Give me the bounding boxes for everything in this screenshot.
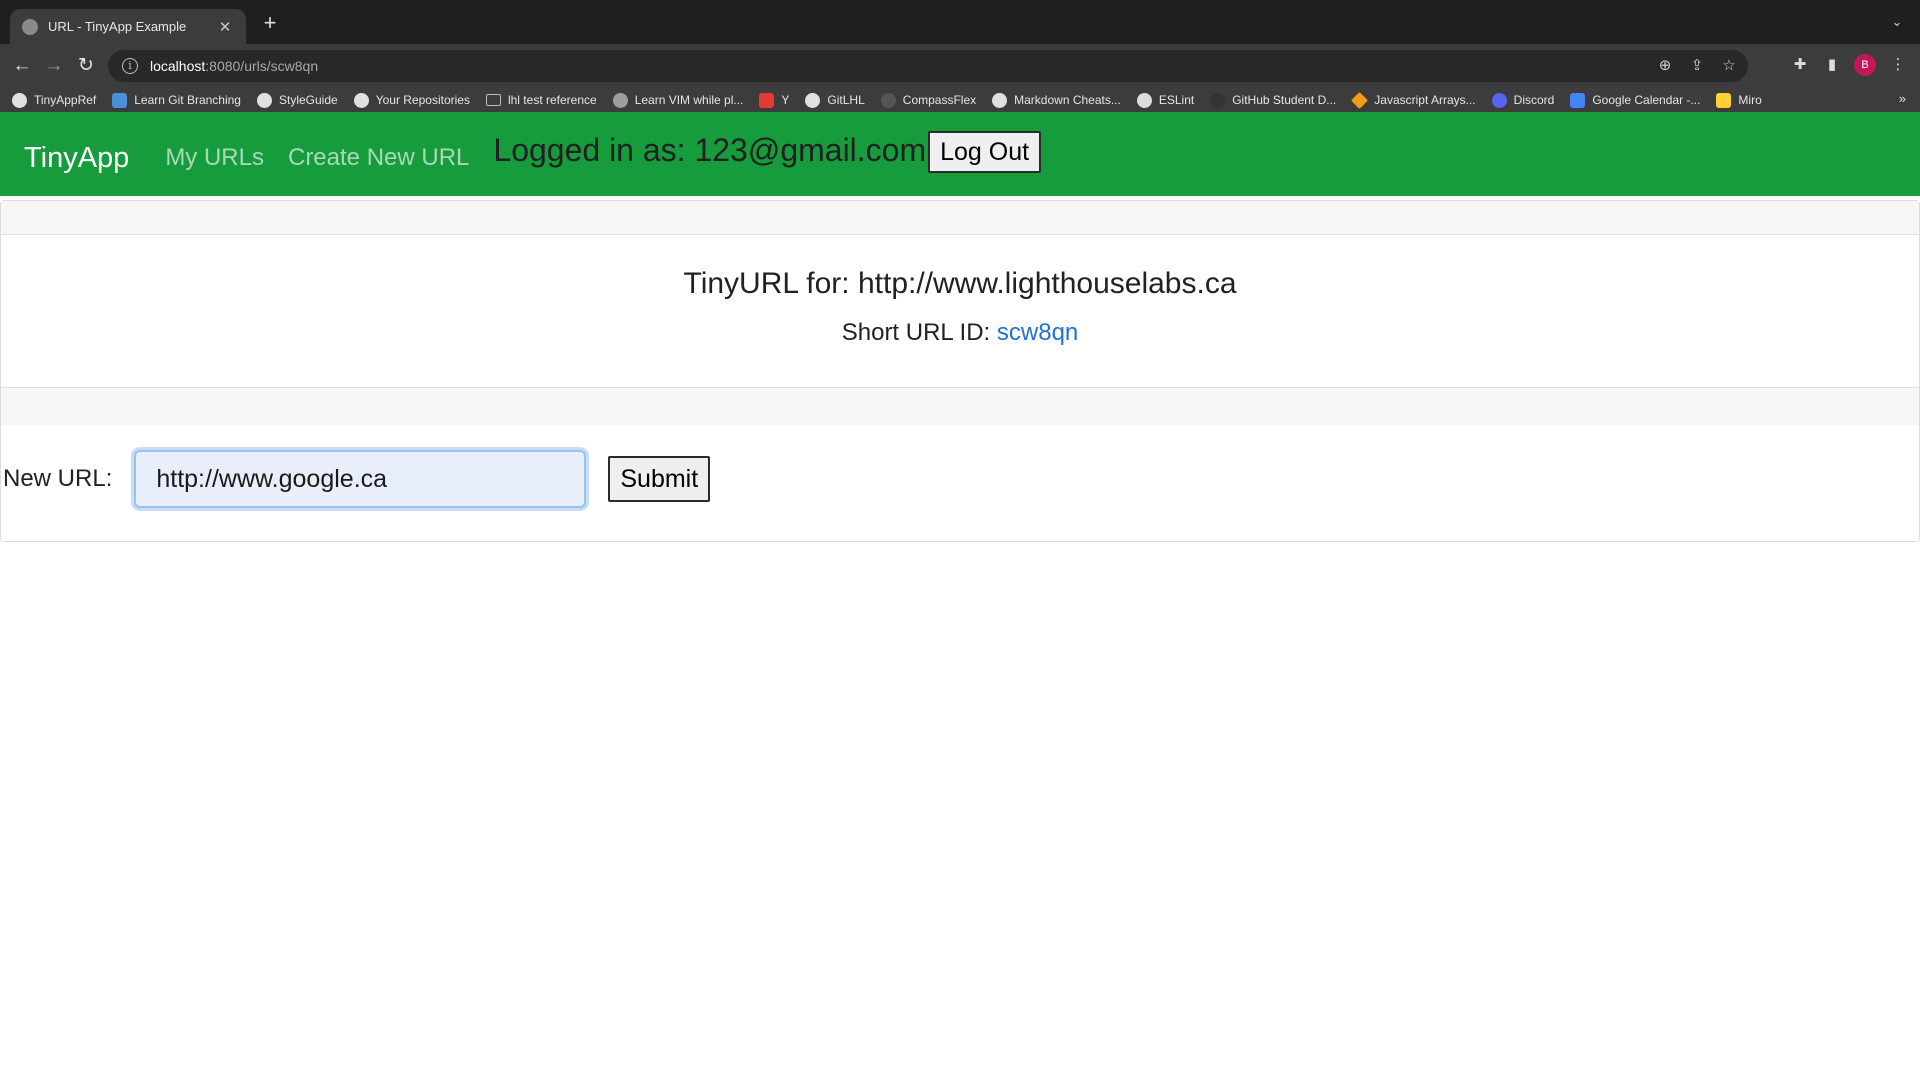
- menu-icon[interactable]: ⋮: [1888, 55, 1908, 75]
- folder-icon: [485, 94, 501, 106]
- bookmark-item[interactable]: Y: [759, 92, 790, 108]
- bookmark-label: CompassFlex: [902, 93, 977, 107]
- url-host: localhost: [150, 58, 206, 74]
- bookmark-item[interactable]: CompassFlex: [880, 92, 977, 108]
- nav-link-my-urls[interactable]: My URLs: [165, 144, 264, 172]
- omnibox-actions: ⊕ ⇪ ☆: [1656, 57, 1738, 75]
- bookmark-item[interactable]: GitHub Student D...: [1210, 92, 1337, 108]
- new-url-input[interactable]: [134, 450, 587, 508]
- bookmark-item[interactable]: lhl test reference: [485, 93, 597, 107]
- bookmark-label: Google Calendar -...: [1592, 93, 1701, 107]
- miro-icon: [1716, 92, 1732, 108]
- bookmark-item[interactable]: GitLHL: [805, 92, 865, 108]
- side-panel-icon[interactable]: ▮: [1822, 55, 1842, 75]
- bookmark-label: GitHub Student D...: [1232, 93, 1337, 107]
- bookmark-item[interactable]: Discord: [1491, 92, 1555, 108]
- bookmark-item[interactable]: ESLint: [1136, 92, 1195, 108]
- bookmark-item[interactable]: TinyAppRef: [12, 92, 97, 108]
- bookmark-star-icon[interactable]: ☆: [1720, 57, 1738, 75]
- github-icon: [256, 92, 272, 108]
- bookmark-label: Markdown Cheats...: [1014, 93, 1121, 107]
- browser-toolbar: ← → ↻ i localhost:8080/urls/scw8qn ⊕ ⇪ ☆…: [0, 44, 1920, 88]
- card-header: [1, 201, 1919, 235]
- bookmark-label: Discord: [1513, 93, 1555, 107]
- short-url-link[interactable]: scw8qn: [997, 319, 1078, 346]
- tab-search-icon[interactable]: ⌄: [1888, 14, 1906, 32]
- discord-icon: [1491, 92, 1507, 108]
- browser-tab[interactable]: URL - TinyApp Example ✕: [10, 9, 246, 44]
- nav-link-create-new-url[interactable]: Create New URL: [288, 144, 469, 172]
- long-url-title: TinyURL for: http://www.lighthouselabs.c…: [683, 267, 1237, 300]
- forward-icon[interactable]: →: [42, 54, 66, 78]
- github-icon: [992, 92, 1008, 108]
- bookmark-label: GitLHL: [827, 93, 865, 107]
- bookmark-label: Y: [781, 93, 790, 107]
- short-url-text: Short URL ID: scw8qn: [1, 319, 1919, 347]
- bookmark-label: Your Repositories: [375, 93, 470, 107]
- new-url-label: New URL:: [3, 465, 113, 492]
- bookmark-label: ESLint: [1158, 93, 1195, 107]
- bookmark-item[interactable]: Your Repositories: [353, 92, 470, 108]
- bookmark-label: Learn Git Branching: [134, 93, 241, 107]
- card-body: TinyURL for: http://www.lighthouselabs.c…: [1, 235, 1919, 387]
- bookmark-label: Learn VIM while pl...: [634, 93, 744, 107]
- tab-strip: URL - TinyApp Example ✕ + ⌄: [0, 0, 1920, 44]
- learn-git-icon: [112, 92, 128, 108]
- diamond-icon: [1351, 91, 1369, 109]
- tab-title: URL - TinyApp Example: [48, 19, 187, 34]
- extension-area: ✚ ▮ B ⋮: [1790, 54, 1908, 76]
- close-icon[interactable]: ✕: [216, 18, 234, 36]
- submit-button[interactable]: Submit: [608, 456, 711, 502]
- brand-link[interactable]: TinyApp: [24, 142, 129, 175]
- share-icon[interactable]: ⇪: [1688, 57, 1706, 75]
- logout-button[interactable]: Log Out: [928, 131, 1042, 173]
- short-url-label: Short URL ID:: [841, 319, 997, 346]
- card-footer: [1, 387, 1919, 425]
- profile-avatar[interactable]: B: [1854, 54, 1876, 76]
- github-icon: [353, 92, 369, 108]
- bookmark-label: StyleGuide: [278, 93, 338, 107]
- compass-icon: [880, 92, 896, 108]
- calendar-icon: [1570, 92, 1586, 108]
- url-card: TinyURL for: http://www.lighthouselabs.c…: [0, 200, 1920, 542]
- globe-icon: [22, 18, 38, 35]
- bookmark-item[interactable]: Miro: [1716, 92, 1762, 108]
- extensions-icon[interactable]: ✚: [1790, 55, 1810, 75]
- bookmark-label: lhl test reference: [507, 93, 597, 107]
- logged-in-text: Logged in as: 123@gmail.com: [493, 131, 927, 168]
- bookmark-item[interactable]: Learn Git Branching: [112, 92, 241, 108]
- bookmark-item[interactable]: Markdown Cheats...: [992, 92, 1121, 108]
- bookmark-label: TinyAppRef: [34, 93, 97, 107]
- youtube-icon: [759, 92, 775, 108]
- url-path: :8080/urls/scw8qn: [205, 58, 319, 74]
- bookmark-item[interactable]: Google Calendar -...: [1570, 92, 1701, 108]
- update-url-form: New URL: Submit: [1, 425, 1919, 533]
- address-bar[interactable]: i localhost:8080/urls/scw8qn ⊕ ⇪ ☆: [108, 50, 1748, 82]
- new-tab-button[interactable]: +: [258, 12, 282, 36]
- bookmark-label: Miro: [1738, 93, 1762, 107]
- zoom-icon[interactable]: ⊕: [1656, 57, 1674, 75]
- globe-icon: [612, 92, 628, 108]
- eslint-icon: [1136, 92, 1152, 108]
- bookmark-item[interactable]: Learn VIM while pl...: [612, 92, 744, 108]
- github-icon: [1210, 92, 1226, 108]
- site-navbar: TinyApp My URLs Create New URL Logged in…: [0, 112, 1920, 196]
- github-icon: [12, 92, 27, 108]
- bookmarks-overflow-icon[interactable]: »: [1899, 91, 1906, 106]
- bookmark-item[interactable]: Javascript Arrays...: [1351, 91, 1476, 109]
- bookmarks-bar: TinyAppRef Learn Git Branching StyleGuide Y…: [0, 88, 1920, 112]
- bookmark-item[interactable]: StyleGuide: [256, 92, 338, 108]
- site-info-icon[interactable]: i: [122, 58, 138, 74]
- bookmark-label: Javascript Arrays...: [1374, 93, 1476, 107]
- back-icon[interactable]: ←: [10, 54, 34, 78]
- reload-icon[interactable]: ↻: [74, 54, 98, 78]
- github-icon: [805, 92, 821, 108]
